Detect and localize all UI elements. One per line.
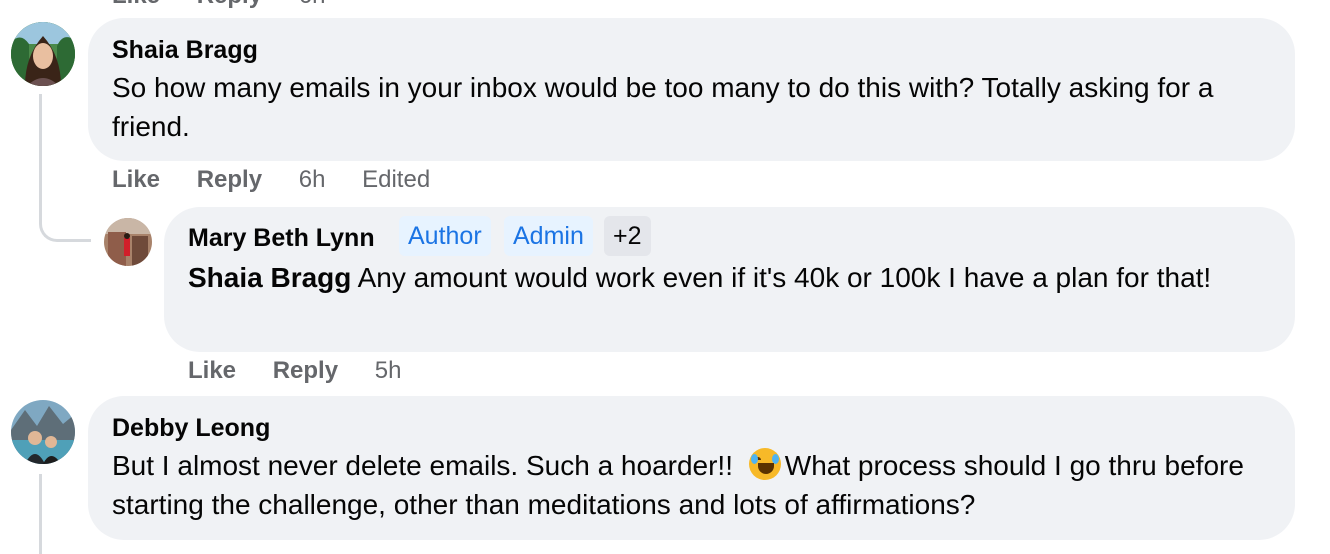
avatar[interactable] xyxy=(11,22,75,86)
timestamp[interactable]: 6h xyxy=(299,0,326,10)
comment-author[interactable]: Debby Leong xyxy=(112,414,270,443)
avatar[interactable] xyxy=(11,400,75,464)
author-badge[interactable]: Author xyxy=(399,216,491,256)
admin-badge[interactable]: Admin xyxy=(504,216,593,256)
comment-author[interactable]: Shaia Bragg xyxy=(112,36,258,65)
reply-button[interactable]: Reply xyxy=(197,166,262,194)
comment-actions: Like Reply 6h Edited xyxy=(112,166,430,194)
avatar-photo xyxy=(11,22,75,86)
comment-text: But I almost never delete emails. Such a… xyxy=(112,446,1272,524)
rolling-on-floor-laughing-emoji xyxy=(748,448,781,480)
timestamp[interactable]: 6h xyxy=(299,166,326,194)
reply-button[interactable]: Reply xyxy=(273,357,338,385)
comment-body: But I almost never delete emails. Such a… xyxy=(112,450,741,481)
avatar-photo xyxy=(104,218,152,266)
more-badges[interactable]: +2 xyxy=(604,216,651,256)
like-button[interactable]: Like xyxy=(112,0,160,10)
mention-link[interactable]: Shaia Bragg xyxy=(188,262,351,293)
like-button[interactable]: Like xyxy=(112,166,160,194)
comment-text: So how many emails in your inbox would b… xyxy=(112,72,1214,142)
edited-label[interactable]: Edited xyxy=(362,166,430,194)
thread-line xyxy=(39,474,42,554)
avatar[interactable] xyxy=(104,218,152,266)
like-button[interactable]: Like xyxy=(188,357,236,385)
thread-connector-curve xyxy=(39,200,91,242)
timestamp[interactable]: 5h xyxy=(375,357,402,385)
avatar-photo xyxy=(11,400,75,464)
comment-text: Shaia Bragg Any amount would work even i… xyxy=(188,258,1268,297)
comment-body: Any amount would work even if it's 40k o… xyxy=(351,262,1212,293)
comment-actions: Like Reply 5h xyxy=(188,357,401,385)
previous-comment-actions: Like Reply 6h xyxy=(112,0,325,10)
reply-button[interactable]: Reply xyxy=(197,0,262,10)
comment-author[interactable]: Mary Beth Lynn xyxy=(188,224,375,253)
